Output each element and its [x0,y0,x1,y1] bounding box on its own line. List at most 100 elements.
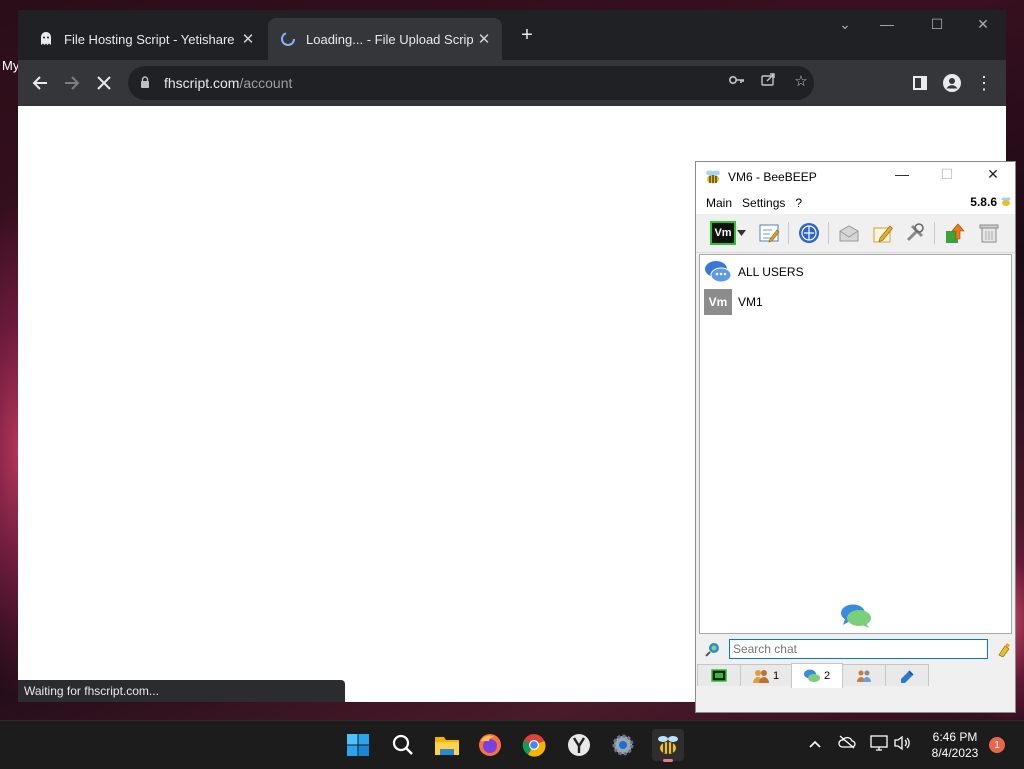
bee-logo-icon [706,170,720,184]
minimize-button[interactable]: — [887,166,917,182]
tab-plugins[interactable] [885,664,929,686]
file-explorer-button[interactable] [431,729,463,761]
profile-icon[interactable] [940,71,964,95]
tab-chats[interactable]: 2 [791,663,843,688]
loading-icon [280,31,296,47]
user-status-badge: Vm [710,221,736,245]
bee-small-icon[interactable] [1000,196,1012,208]
address-bar[interactable]: fhscript.com/account ☆ [128,66,814,100]
tab-file-upload[interactable]: Loading... - File Upload Script ✕ [268,18,502,60]
beebeep-menubar: Main Settings ? 5.8.6 [696,192,1015,214]
chrome-icon [522,734,546,757]
back-icon[interactable] [28,71,52,95]
folder-icon [435,737,459,755]
gear-icon [612,734,634,756]
maximize-button[interactable]: ☐ [922,16,952,33]
start-button[interactable] [342,729,374,761]
chevron-up-icon[interactable] [804,735,826,751]
beebeep-titlebar[interactable]: VM6 - BeeBEEP — ☐ ✕ [696,162,1015,192]
search-row [699,636,1012,662]
stop-loading-icon[interactable] [92,71,116,95]
tab-home[interactable] [697,664,741,686]
close-tab-icon[interactable]: ✕ [474,30,494,48]
user-name: ALL USERS [738,265,804,279]
network-status-icon[interactable] [868,735,890,754]
tab-title: File Hosting Script - Yetishare [64,31,235,47]
user-name: VM1 [738,295,763,309]
firefox-icon [479,734,501,756]
forward-icon[interactable] [60,71,84,95]
firefox-button[interactable] [474,729,506,761]
minimize-button[interactable]: — [872,16,902,32]
list-item-all-users[interactable]: ALL USERS [700,257,1011,287]
more-menu-icon[interactable]: ⋮ [972,71,996,95]
version-label: 5.8.6 [970,195,997,209]
chat-bubbles-icon [840,603,872,632]
settings-button[interactable] [607,729,639,761]
close-window-button[interactable]: ✕ [968,16,998,33]
status-bar: Waiting for fhscript.com... [18,680,345,702]
tab-search-icon[interactable]: ⌄ [830,16,860,33]
windows-logo-icon [347,734,369,756]
search-button[interactable] [387,729,419,761]
list-item-vm1[interactable]: Vm VM1 [700,287,1011,317]
chevron-down-icon[interactable] [734,220,748,246]
share-icon[interactable] [758,72,780,90]
close-window-button[interactable]: ✕ [978,166,1008,183]
search-icon [392,734,413,755]
bee-icon [658,736,678,754]
browser-toolbar: fhscript.com/account ☆ ⋮ [18,60,1006,106]
volume-icon[interactable] [892,735,914,754]
all-users-icon [704,259,732,285]
network-icon[interactable] [796,220,822,246]
window-title: VM6 - BeeBEEP [728,170,817,184]
maximize-button[interactable]: ☐ [932,166,962,183]
chrome-button[interactable] [518,729,550,761]
beebeep-taskbar-button[interactable] [652,729,684,762]
my-status-button[interactable]: Vm [710,220,736,246]
plugin-icon [901,669,914,683]
bottom-tabs: 1 2 [697,663,1014,688]
home-icon [711,668,727,682]
clock[interactable]: 6:46 PM 8/4/2023 [920,729,990,761]
search-chat-input[interactable] [728,639,989,659]
tab-strip: File Hosting Script - Yetishare ✕ Loadin… [18,10,1006,60]
tab-title: Loading... - File Upload Script [306,31,474,47]
update-icon[interactable] [942,220,968,246]
users-count: 1 [772,669,780,682]
ghost-icon [38,31,54,47]
search-filter-icon[interactable] [705,641,721,657]
new-tab-button[interactable]: + [516,24,538,47]
clear-search-icon[interactable] [996,641,1012,657]
bookmark-star-icon[interactable]: ☆ [790,72,812,90]
tab-users[interactable]: 1 [740,664,792,686]
menu-main[interactable]: Main [706,196,732,210]
chat-icon [803,669,820,682]
groups-icon [857,670,871,682]
lock-icon[interactable] [140,75,154,91]
tools-icon[interactable] [902,220,928,246]
key-icon[interactable] [726,72,748,89]
url-text: fhscript.com/account [164,75,293,91]
tab-groups[interactable] [842,664,886,686]
clock-date: 8/4/2023 [931,746,979,760]
close-tab-icon[interactable]: ✕ [238,30,258,48]
notification-badge[interactable]: 1 [989,737,1005,753]
edit-profile-icon[interactable] [756,220,782,246]
side-panel-icon[interactable] [908,71,932,95]
menu-help[interactable]: ? [795,196,802,210]
desktop-icon-label[interactable]: My [2,58,19,73]
clock-time: 6:46 PM [932,730,978,744]
tab-yetishare[interactable]: File Hosting Script - Yetishare ✕ [26,18,266,60]
onedrive-offline-icon[interactable] [836,735,858,752]
users-icon [752,669,769,683]
taskbar: 6:46 PM 8/4/2023 1 [0,720,1024,769]
trash-icon[interactable] [976,220,1002,246]
avatar: Vm [704,289,732,315]
yandex-button[interactable] [563,729,595,761]
menu-settings[interactable]: Settings [742,196,785,210]
yandex-browser-icon [568,734,590,756]
write-note-icon[interactable] [870,220,896,246]
message-icon[interactable] [836,220,862,246]
beebeep-toolbar: Vm [696,214,1015,253]
